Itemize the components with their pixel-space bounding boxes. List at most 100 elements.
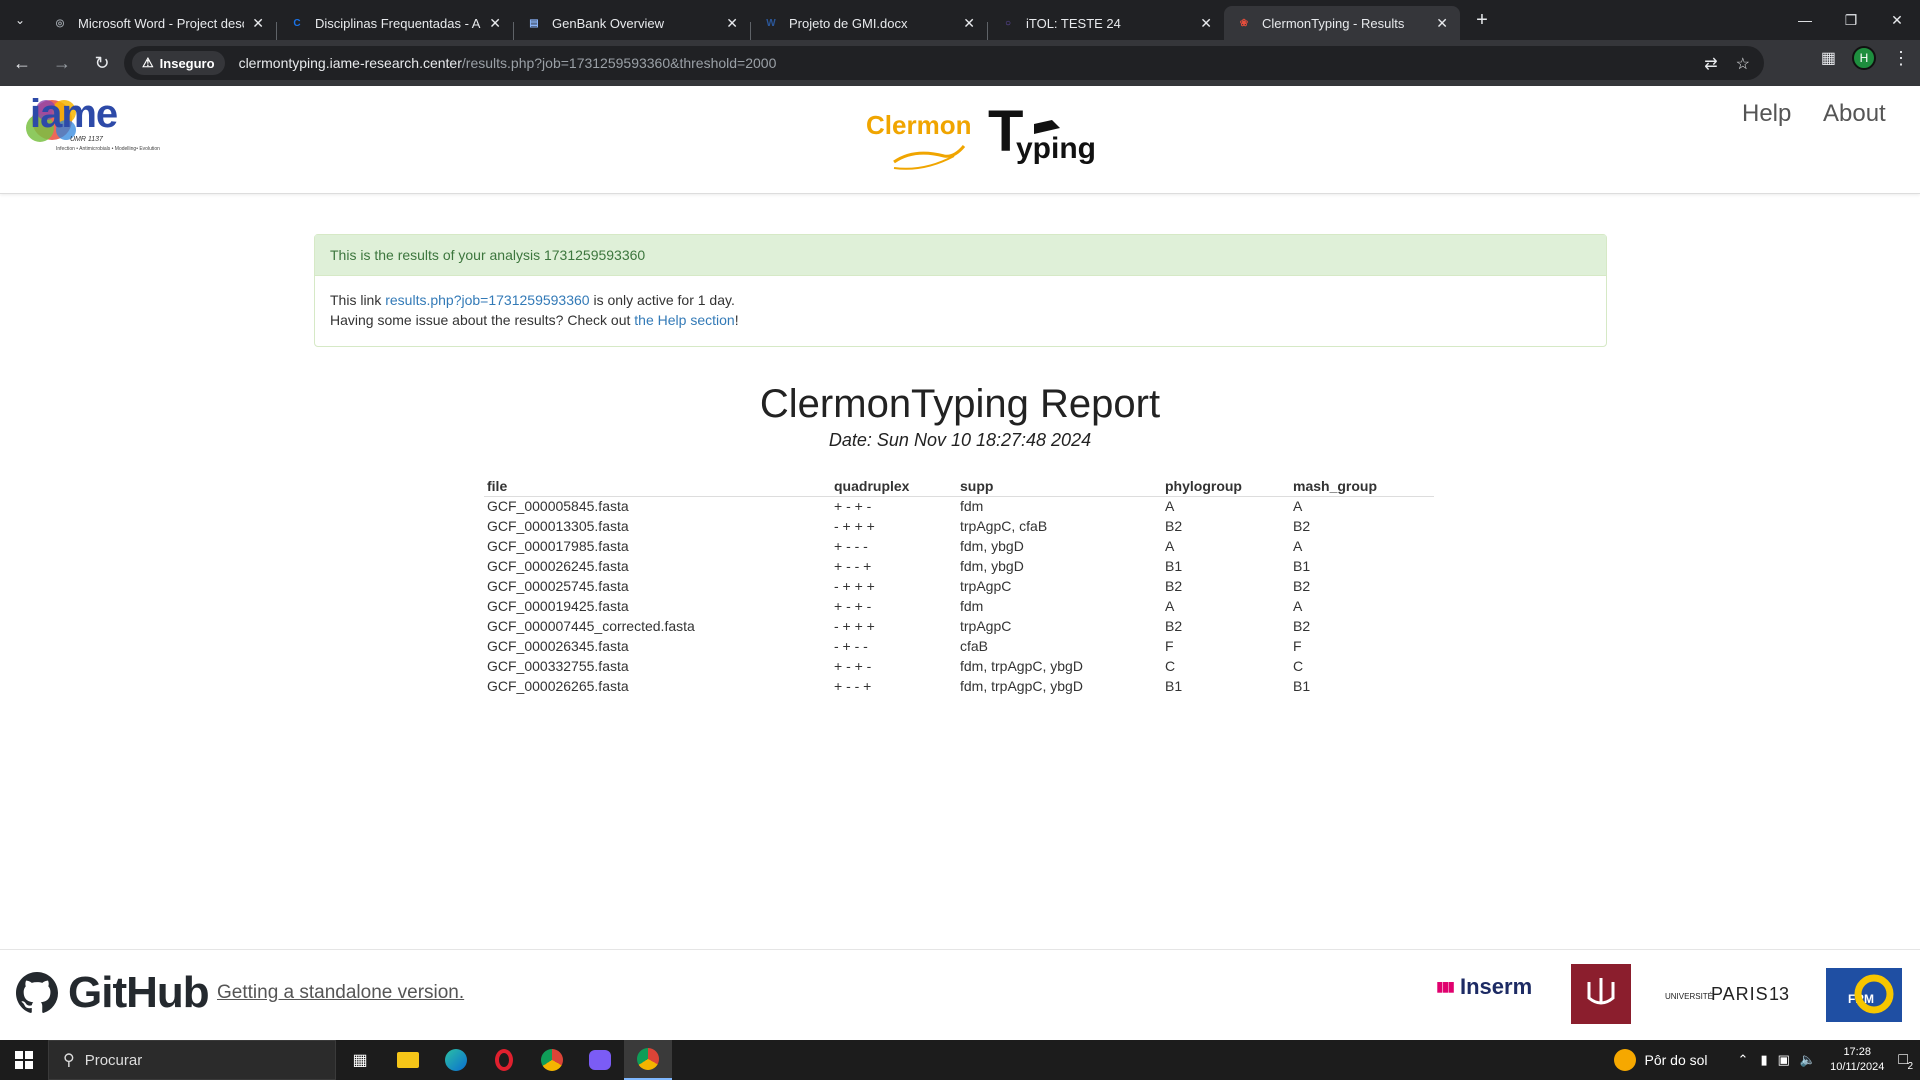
tab-close-icon[interactable]: ✕ (963, 15, 975, 32)
tab-title: Projeto de GMI.docx (789, 15, 908, 31)
table-cell: A (1293, 498, 1303, 515)
chrome-browser-icon[interactable] (528, 1040, 576, 1080)
table-cell: fdm (960, 498, 984, 515)
table-row: GCF_000026245.fasta + - - + fdm, ybgD B1 B1 (484, 556, 1434, 576)
column-header: quadruplex (831, 478, 957, 497)
about-nav-link[interactable]: About (1823, 100, 1886, 128)
restore-icon[interactable]: ❐ (1828, 0, 1874, 40)
table-row: GCF_000332755.fasta + - + - fdm, trpAgpC, … (484, 656, 1434, 676)
browser-tab[interactable]: W Projeto de GMI.docx ✕ (751, 6, 987, 40)
table-row: GCF_000017985.fasta + - - - fdm, ybgD A A (484, 536, 1434, 556)
table-header-row: file quadruplex supp phylogroup mash_group (484, 478, 1434, 497)
frm-logo[interactable]: FRM (1826, 968, 1902, 1022)
kebab-menu-icon[interactable]: ⋮ (1892, 48, 1910, 69)
security-label: Inseguro (159, 55, 215, 71)
reload-icon[interactable]: ↻ (84, 45, 120, 81)
taskbar-clock[interactable]: 17:28 10/11/2024 (1830, 1045, 1884, 1075)
browser-tab[interactable]: ▤ GenBank Overview ✕ (514, 6, 750, 40)
table-cell: fdm, trpAgpC, ybgD (960, 658, 1083, 674)
table-cell: GCF_000019425.fasta (487, 598, 629, 614)
network-icon[interactable]: ▣ (1778, 1052, 1790, 1068)
university-crest-logo[interactable] (1571, 964, 1631, 1024)
new-tab-button[interactable]: + (1466, 4, 1498, 36)
table-row: GCF_000026265.fasta + - - + fdm, trpAgpC, … (484, 676, 1434, 696)
github-logo[interactable]: GitHub (16, 968, 210, 1018)
table-cell: GCF_000017985.fasta (487, 538, 629, 554)
device-icon[interactable]: ▮ (1760, 1052, 1767, 1068)
url-text[interactable]: clermontyping.iame-research.center/resul… (239, 55, 777, 71)
minimize-icon[interactable]: — (1782, 0, 1828, 40)
table-cell: F (1293, 638, 1302, 654)
notification-icon[interactable]: □ 2 (1898, 1051, 1913, 1072)
iame-logo[interactable]: iame UMR 1137 Infection • Antimicrobials… (16, 92, 226, 162)
tab-search-chevron-icon[interactable]: ⌄ (0, 0, 40, 40)
tab-close-icon[interactable]: ✕ (1436, 15, 1448, 32)
table-cell: A (1293, 598, 1303, 614)
logo-ornament-graphic (893, 120, 1060, 170)
table-cell: GCF_000007445_corrected.fasta (487, 618, 695, 634)
github-octocat-icon (16, 972, 58, 1013)
browser-tab[interactable]: ❀ ClermonTyping - Results ✕ (1224, 6, 1460, 40)
edge-browser-icon[interactable] (432, 1040, 480, 1080)
profile-avatar[interactable]: H (1852, 46, 1876, 70)
notification-count: 2 (1907, 1061, 1913, 1072)
column-header: mash_group (1290, 478, 1434, 497)
table-cell: - + + + (834, 578, 875, 594)
tab-close-icon[interactable]: ✕ (489, 15, 501, 32)
table-row: GCF_000019425.fasta + - + - fdm A A (484, 596, 1434, 616)
translate-icon[interactable]: ⇄ (1704, 54, 1717, 74)
column-header: phylogroup (1162, 478, 1290, 497)
tab-close-icon[interactable]: ✕ (1200, 15, 1212, 32)
tab-title: GenBank Overview (552, 15, 664, 31)
panel-heading: This is the results of your analysis 173… (315, 235, 1606, 276)
doc-icon: ▤ (529, 17, 539, 29)
tab-title: ClermonTyping - Results (1262, 15, 1405, 31)
inserm-logo[interactable]: ▮▮▮ Inserm (1436, 974, 1532, 1018)
search-icon: ⚲ (63, 1052, 75, 1069)
table-row: GCF_000005845.fasta + - + - fdm A A (484, 496, 1434, 516)
bookmark-star-icon[interactable]: ☆ (1736, 54, 1750, 74)
browser-tab[interactable]: ○ iTOL: TESTE 24 ✕ (988, 6, 1224, 40)
tab-close-icon[interactable]: ✕ (726, 15, 738, 32)
search-placeholder: Procurar (84, 1051, 143, 1069)
results-link[interactable]: results.php?job=1731259593360 (385, 292, 589, 308)
security-indicator[interactable]: ⚠ Inseguro (132, 51, 225, 75)
paris13-logo[interactable]: UNIVERSITÉ PARIS 13 (1665, 978, 1795, 1014)
globe-icon: ◎ (55, 17, 65, 29)
help-nav-link[interactable]: Help (1742, 100, 1791, 128)
table-cell: trpAgpC (960, 578, 1012, 594)
forward-arrow-icon[interactable]: → (44, 45, 80, 81)
table-cell: B2 (1293, 578, 1311, 594)
paris13-prefix: UNIVERSITÉ (1665, 992, 1714, 1001)
report-date: Date: Sun Nov 10 18:27:48 2024 (828, 430, 1092, 450)
help-section-link[interactable]: the Help section (634, 312, 734, 328)
weather-text[interactable]: Pôr do sol (1644, 1052, 1707, 1068)
table-cell: trpAgpC (960, 618, 1012, 634)
volume-icon[interactable]: 🔈 (1800, 1052, 1816, 1068)
table-cell: GCF_000013305.fasta (487, 518, 629, 534)
sunset-weather-icon[interactable] (1614, 1049, 1637, 1071)
table-row: GCF_000025745.fasta - + + + trpAgpC B2 B2 (484, 576, 1434, 596)
taskbar-search-box[interactable]: ⚲ Procurar (48, 1040, 336, 1080)
help-notice: Having some issue about the results? Che… (330, 310, 1591, 330)
standalone-version-link[interactable]: Getting a standalone version. (217, 982, 464, 1004)
tab-close-icon[interactable]: ✕ (252, 15, 264, 32)
browser-tab[interactable]: ◎ Microsoft Word - Project descri ✕ (40, 6, 276, 40)
table-cell: fdm, ybgD (960, 538, 1024, 554)
windows-start-icon[interactable] (0, 1040, 48, 1080)
browser-tab[interactable]: C Disciplinas Frequentadas - Alun ✕ (277, 6, 513, 40)
discord-icon[interactable] (576, 1040, 624, 1080)
task-view-icon[interactable]: ▦ (336, 1040, 384, 1080)
clermont-icon: ❀ (1239, 17, 1249, 29)
address-bar[interactable]: ⚠ Inseguro clermontyping.iame-research.c… (124, 46, 1764, 80)
close-window-icon[interactable]: ✕ (1874, 0, 1920, 40)
chevron-up-icon[interactable]: ⌃ (1738, 1052, 1749, 1068)
extensions-icon[interactable]: ▦ (1821, 48, 1836, 68)
table-cell: B1 (1293, 558, 1311, 574)
opera-browser-icon[interactable] (480, 1040, 528, 1080)
chrome-profile-icon[interactable] (624, 1040, 672, 1080)
clermontyping-logo[interactable]: Clermon T yping (864, 98, 1104, 188)
file-explorer-icon[interactable] (384, 1040, 432, 1080)
back-arrow-icon[interactable]: ← (4, 45, 40, 81)
table-cell: GCF_000005845.fasta (487, 498, 629, 515)
